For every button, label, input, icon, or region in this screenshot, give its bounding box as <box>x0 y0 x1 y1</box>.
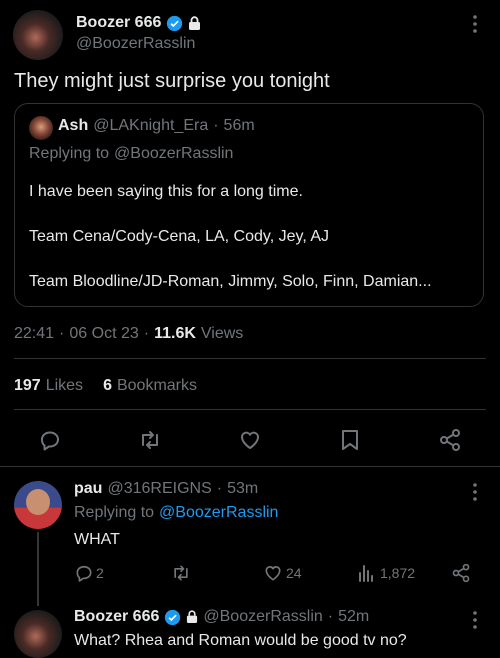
reply-author-name[interactable]: pau <box>74 480 102 498</box>
engagement-stats: 197 Likes 6 Bookmarks <box>14 377 197 395</box>
quoted-text-line: Team Cena/Cody-Cena, LA, Cody, Jey, AJ <box>29 228 329 245</box>
separator-dot: · <box>143 325 150 342</box>
reply-repost-action[interactable] <box>170 563 196 583</box>
like-icon[interactable] <box>238 428 262 452</box>
quoted-text-line: I have been saying this for a long time. <box>29 183 303 200</box>
bookmarks-count[interactable]: 6 <box>103 377 112 395</box>
quoted-author-handle: @LAKnight_Era <box>93 117 209 134</box>
author-avatar[interactable] <box>13 10 63 60</box>
more-options-icon[interactable] <box>472 14 478 34</box>
reply-like-action[interactable]: 24 <box>263 563 302 583</box>
replying-label: Replying to <box>29 145 110 162</box>
reply-author-name[interactable]: Boozer 666 <box>74 608 159 626</box>
views-label: Views <box>200 325 244 342</box>
lock-icon <box>188 15 201 31</box>
divider <box>14 409 486 410</box>
verified-badge-icon <box>164 609 181 626</box>
bookmarks-label[interactable]: Bookmarks <box>117 377 197 395</box>
views-bar-chart-icon <box>358 563 376 583</box>
share-icon[interactable] <box>451 563 471 583</box>
separator-dot: · <box>213 117 219 134</box>
views-count: 11.6K <box>154 325 196 342</box>
share-icon[interactable] <box>438 428 462 452</box>
author-handle[interactable]: @BoozerRasslin <box>76 35 195 53</box>
more-options-icon[interactable] <box>472 610 478 630</box>
reply-views-action[interactable]: 1,872 <box>358 563 415 583</box>
separator-dot: · <box>59 325 65 342</box>
replying-to-link[interactable]: @BoozerRasslin <box>159 504 278 522</box>
quoted-header: Ash @LAKnight_Era · 56m <box>58 117 255 135</box>
reply-text: What? Rhea and Roman would be good tv no… <box>74 632 407 649</box>
verified-badge-icon <box>166 15 183 32</box>
reply-header: pau @316REIGNS · 53m <box>74 480 258 498</box>
likes-label[interactable]: Likes <box>46 377 83 395</box>
separator-dot: · <box>216 480 223 497</box>
thread-line <box>37 532 39 606</box>
repost-icon <box>170 563 192 583</box>
likes-count[interactable]: 197 <box>14 377 41 395</box>
reply-icon[interactable] <box>38 428 62 452</box>
reply-age[interactable]: 53m <box>227 480 258 498</box>
bookmark-icon[interactable] <box>339 428 361 452</box>
tweet-date[interactable]: 06 Oct 23 <box>69 325 138 343</box>
reply-count: 2 <box>96 565 104 581</box>
reply-header: Boozer 666 @BoozerRasslin · 52m <box>74 608 369 626</box>
author-name[interactable]: Boozer 666 <box>76 14 161 32</box>
like-count: 24 <box>286 565 302 581</box>
tweet-text: They might just surprise you tonight <box>14 70 330 92</box>
tweet-meta: 22:41 · 06 Oct 23 · 11.6K Views <box>14 325 243 343</box>
divider <box>0 466 500 467</box>
author-name-row: Boozer 666 <box>76 12 201 34</box>
reply-reply-action[interactable]: 2 <box>74 563 104 583</box>
divider <box>14 358 486 359</box>
quoted-age: 56m <box>223 117 255 134</box>
replying-to-handle: @BoozerRasslin <box>114 145 234 162</box>
reply-author-avatar[interactable] <box>14 481 62 529</box>
reply-author-handle[interactable]: @BoozerRasslin <box>203 608 322 626</box>
repost-icon[interactable] <box>137 428 163 452</box>
reply-age[interactable]: 52m <box>338 608 369 626</box>
lock-icon <box>186 610 198 624</box>
quoted-author-avatar <box>29 116 53 140</box>
reply-replying-line: Replying to @BoozerRasslin <box>74 504 278 522</box>
reply-text: WHAT <box>74 531 120 548</box>
tweet-time[interactable]: 22:41 <box>14 325 54 343</box>
more-options-icon[interactable] <box>472 482 478 502</box>
reply-author-avatar[interactable] <box>14 610 62 658</box>
separator-dot: · <box>327 608 334 625</box>
views-count: 1,872 <box>380 565 416 581</box>
reply-author-handle[interactable]: @316REIGNS <box>107 480 211 498</box>
reply-icon <box>74 563 94 583</box>
like-icon <box>263 563 283 583</box>
replying-label: Replying to <box>74 504 155 521</box>
quoted-author-name: Ash <box>58 117 89 134</box>
quoted-replying-line: Replying to @BoozerRasslin <box>29 145 233 163</box>
quoted-text-line: Team Bloodline/JD-Roman, Jimmy, Solo, Fi… <box>29 273 432 290</box>
